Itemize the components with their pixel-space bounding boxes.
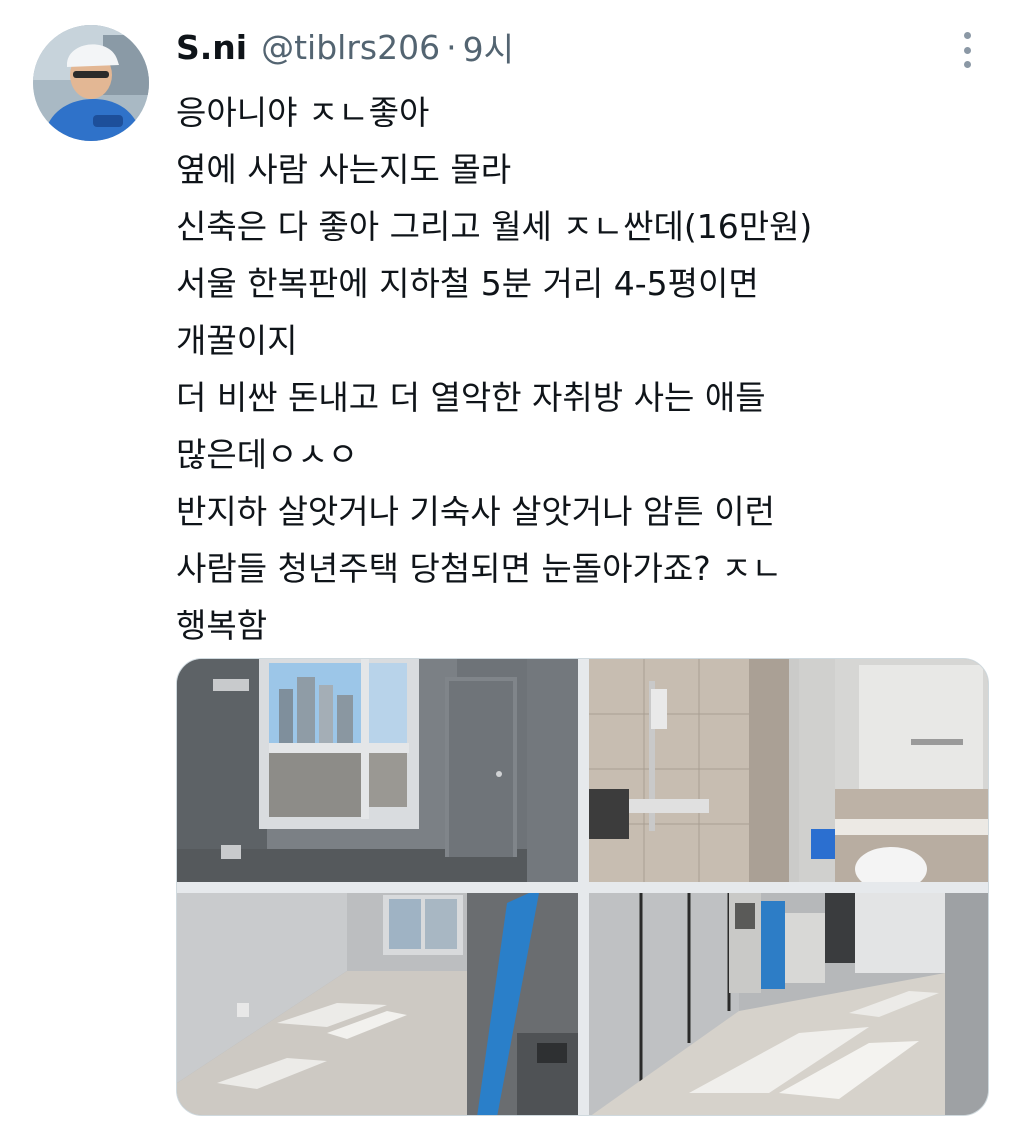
tweet-text-line: 개꿀이지 <box>176 321 298 360</box>
avatar-photo <box>33 25 149 141</box>
tweet-text-line: 서울 한복판에 지하철 5분 거리 4-5평이면 <box>176 264 759 303</box>
more-dot <box>963 32 971 39</box>
tweet-header: S.ni @tiblrs206 · 9시 <box>176 24 514 70</box>
more-dot <box>963 61 971 68</box>
media-grid <box>176 658 989 1116</box>
tweet-text-line: 많은데ㅇㅅㅇ <box>176 435 359 474</box>
tweet-time[interactable]: 9시 <box>463 23 514 71</box>
photo-bathroom[interactable] <box>589 659 988 882</box>
more-dot <box>963 46 971 54</box>
tweet-text: 응아니야 ㅈㄴ좋아 옆에 사람 사는지도 몰라 신축은 다 좋아 그리고 월세 … <box>176 84 976 654</box>
tweet-text-line: 행복함 <box>176 606 268 645</box>
tweet-text-line: 옆에 사람 사는지도 몰라 <box>176 150 512 189</box>
tweet-text-line: 신축은 다 좋아 그리고 월세 ㅈㄴ싼데(16만원) <box>176 207 813 246</box>
tweet-text-line: 더 비싼 돈내고 더 열악한 자취방 사는 애들 <box>176 378 766 417</box>
tweet-text-line: 응아니야 ㅈㄴ좋아 <box>176 93 430 132</box>
avatar[interactable] <box>33 25 149 141</box>
tweet-text-line: 사람들 청년주택 당첨되면 눈돌아가죠? ㅈㄴ <box>176 549 782 588</box>
photo-cabinets[interactable] <box>589 893 988 1115</box>
more-options-icon[interactable] <box>952 28 982 72</box>
photo-room-window[interactable] <box>177 659 578 882</box>
tweet-text-line: 반지하 살앗거나 기숙사 살앗거나 암튼 이런 <box>176 492 775 531</box>
user-handle[interactable]: @tiblrs206 <box>261 28 440 67</box>
separator-dot: · <box>446 27 457 67</box>
photo-sunlit-floor[interactable] <box>177 893 578 1115</box>
display-name[interactable]: S.ni <box>176 28 247 67</box>
